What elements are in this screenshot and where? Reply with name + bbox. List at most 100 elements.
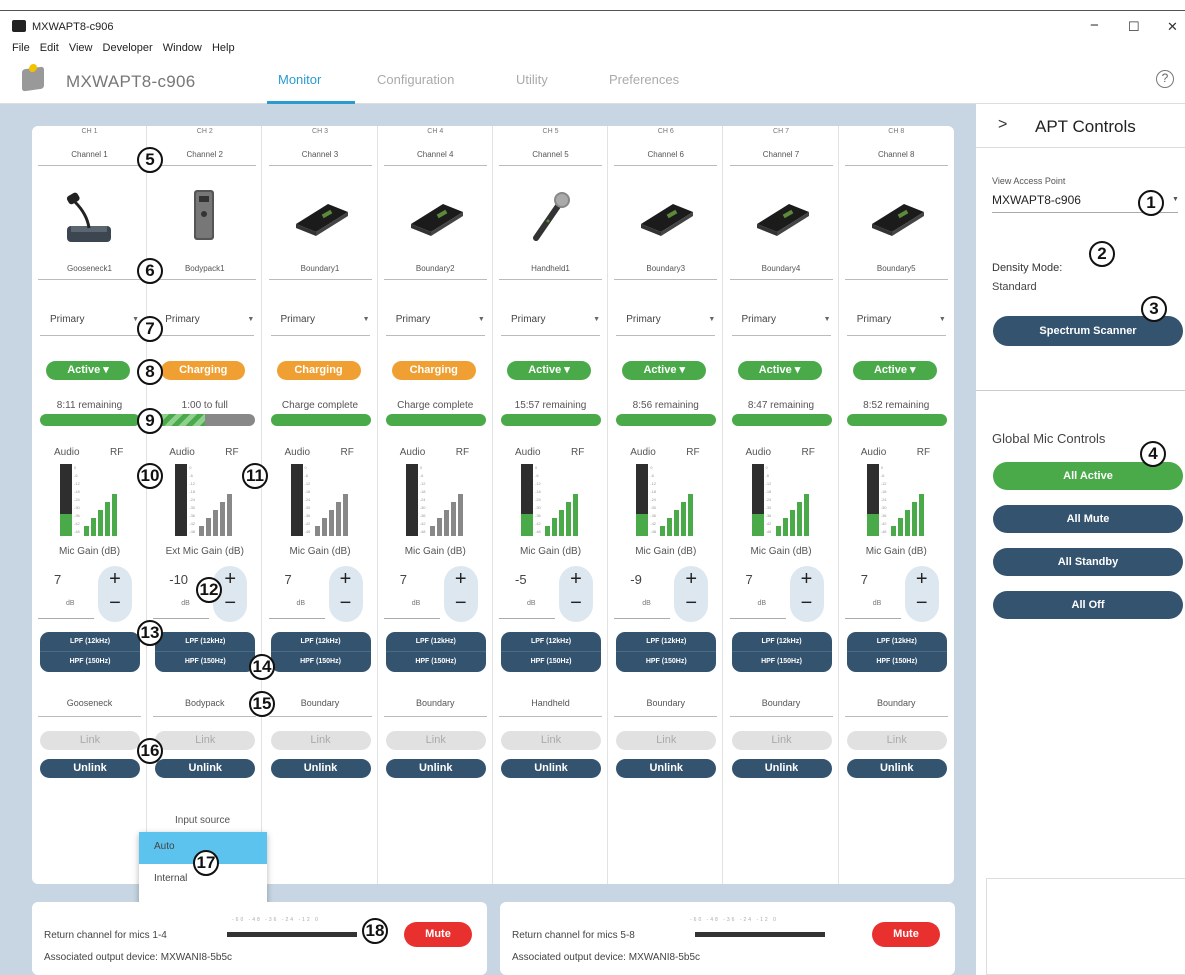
- access-point-select[interactable]: MXWAPT8-c906: [992, 193, 1081, 207]
- link-button[interactable]: Link: [846, 731, 947, 750]
- help-icon[interactable]: ?: [1156, 70, 1174, 88]
- unlink-button[interactable]: Unlink: [40, 759, 140, 778]
- menu-edit[interactable]: Edit: [40, 42, 59, 54]
- menu-developer[interactable]: Developer: [103, 42, 153, 54]
- priority-select[interactable]: Primary ▼: [270, 314, 370, 336]
- lpf-button[interactable]: LPF (12kHz): [155, 632, 256, 652]
- channel-name-field[interactable]: Channel 4: [383, 150, 487, 166]
- all-standby-button[interactable]: All Standby: [993, 548, 1183, 576]
- gain-increase-button[interactable]: +: [790, 568, 824, 591]
- lpf-button[interactable]: LPF (12kHz): [731, 632, 832, 652]
- gain-increase-button[interactable]: +: [98, 568, 132, 591]
- hpf-button[interactable]: HPF (150Hz): [732, 652, 832, 672]
- gain-decrease-button[interactable]: −: [444, 592, 478, 615]
- device-id-field[interactable]: Handheld1: [499, 264, 602, 280]
- unlink-button[interactable]: Unlink: [731, 759, 832, 778]
- channel-name-field[interactable]: Channel 8: [844, 150, 948, 166]
- gain-decrease-button[interactable]: −: [790, 592, 824, 615]
- channel-name-field[interactable]: Channel 7: [729, 150, 833, 166]
- link-button[interactable]: Link: [270, 731, 371, 750]
- channel-name-field[interactable]: Channel 1: [38, 150, 141, 166]
- mic-status-button[interactable]: Active ▾: [737, 361, 822, 380]
- collapse-chevron-icon[interactable]: >: [998, 116, 1007, 134]
- gain-increase-button[interactable]: +: [444, 568, 478, 591]
- mic-status-button[interactable]: Charging: [391, 361, 476, 380]
- minimize-button[interactable]: −: [1090, 17, 1099, 34]
- mic-status-button[interactable]: Charging: [276, 361, 361, 380]
- unlink-button[interactable]: Unlink: [846, 759, 947, 778]
- device-id-field[interactable]: Gooseneck1: [38, 264, 141, 280]
- unlink-button[interactable]: Unlink: [270, 759, 371, 778]
- hpf-button[interactable]: HPF (150Hz): [847, 652, 947, 672]
- lpf-button[interactable]: LPF (12kHz): [501, 632, 601, 652]
- close-button[interactable]: ✕: [1167, 19, 1178, 35]
- all-off-button[interactable]: All Off: [993, 591, 1183, 619]
- gain-value-input[interactable]: -5: [515, 572, 555, 587]
- gain-value-input[interactable]: 7: [861, 572, 901, 587]
- gain-decrease-button[interactable]: −: [674, 592, 708, 615]
- gain-increase-button[interactable]: +: [674, 568, 708, 591]
- channel-name-field[interactable]: Channel 6: [614, 150, 718, 166]
- priority-select[interactable]: Primary ▼: [731, 314, 831, 336]
- priority-select[interactable]: Primary ▼: [616, 314, 716, 336]
- gain-increase-button[interactable]: +: [329, 568, 363, 591]
- link-button[interactable]: Link: [40, 731, 140, 750]
- menu-file[interactable]: File: [12, 42, 30, 54]
- channel-name-field[interactable]: Channel 5: [499, 150, 602, 166]
- gain-increase-button[interactable]: +: [559, 568, 593, 591]
- priority-select[interactable]: Primary ▼: [501, 314, 600, 336]
- mic-status-button[interactable]: Active ▾: [507, 361, 591, 380]
- mic-status-button[interactable]: Charging: [161, 361, 246, 380]
- tab-preferences[interactable]: Preferences: [609, 72, 679, 87]
- channel-name-field[interactable]: Channel 2: [153, 150, 257, 166]
- gain-decrease-button[interactable]: −: [559, 592, 593, 615]
- lpf-button[interactable]: LPF (12kHz): [385, 632, 486, 652]
- tab-utility[interactable]: Utility: [516, 72, 548, 87]
- unlink-button[interactable]: Unlink: [385, 759, 486, 778]
- menu-help[interactable]: Help: [212, 42, 235, 54]
- link-button[interactable]: Link: [616, 731, 717, 750]
- menu-window[interactable]: Window: [163, 42, 202, 54]
- tab-monitor[interactable]: Monitor: [278, 72, 321, 87]
- device-id-field[interactable]: Boundary2: [383, 264, 487, 280]
- device-id-field[interactable]: Boundary1: [268, 264, 372, 280]
- gain-value-input[interactable]: 7: [746, 572, 786, 587]
- device-id-field[interactable]: Boundary5: [844, 264, 948, 280]
- unlink-button[interactable]: Unlink: [155, 759, 256, 778]
- gain-decrease-button[interactable]: −: [98, 592, 132, 615]
- menu-view[interactable]: View: [69, 42, 93, 54]
- unlink-button[interactable]: Unlink: [616, 759, 717, 778]
- maximize-button[interactable]: ☐: [1128, 19, 1140, 35]
- hpf-button[interactable]: HPF (150Hz): [501, 652, 601, 672]
- hpf-button[interactable]: HPF (150Hz): [155, 652, 255, 672]
- link-button[interactable]: Link: [731, 731, 832, 750]
- lpf-button[interactable]: LPF (12kHz): [270, 632, 371, 652]
- lpf-button[interactable]: LPF (12kHz): [616, 632, 717, 652]
- mic-status-button[interactable]: Active ▾: [46, 361, 130, 380]
- hpf-button[interactable]: HPF (150Hz): [386, 652, 486, 672]
- access-point-dropdown-icon[interactable]: ▼: [1172, 196, 1179, 203]
- priority-select[interactable]: Primary ▼: [155, 314, 255, 336]
- device-id-field[interactable]: Boundary3: [614, 264, 718, 280]
- channel-name-field[interactable]: Channel 3: [268, 150, 372, 166]
- device-id-field[interactable]: Bodypack1: [153, 264, 257, 280]
- hpf-button[interactable]: HPF (150Hz): [40, 652, 140, 672]
- link-button[interactable]: Link: [155, 731, 256, 750]
- priority-select[interactable]: Primary ▼: [40, 314, 139, 336]
- mic-status-button[interactable]: Active ▾: [852, 361, 937, 380]
- tab-configuration[interactable]: Configuration: [377, 72, 454, 87]
- priority-select[interactable]: Primary ▼: [385, 314, 485, 336]
- hpf-button[interactable]: HPF (150Hz): [616, 652, 716, 672]
- return-mute-button[interactable]: Mute: [872, 922, 940, 947]
- gain-value-input[interactable]: 7: [54, 572, 94, 587]
- gain-value-input[interactable]: 7: [400, 572, 440, 587]
- unlink-button[interactable]: Unlink: [501, 759, 601, 778]
- gain-value-input[interactable]: -9: [630, 572, 670, 587]
- link-button[interactable]: Link: [501, 731, 601, 750]
- return-mute-button[interactable]: Mute: [404, 922, 472, 947]
- gain-increase-button[interactable]: +: [905, 568, 939, 591]
- hpf-button[interactable]: HPF (150Hz): [271, 652, 371, 672]
- mic-status-button[interactable]: Active ▾: [622, 361, 707, 380]
- device-id-field[interactable]: Boundary4: [729, 264, 833, 280]
- gain-decrease-button[interactable]: −: [329, 592, 363, 615]
